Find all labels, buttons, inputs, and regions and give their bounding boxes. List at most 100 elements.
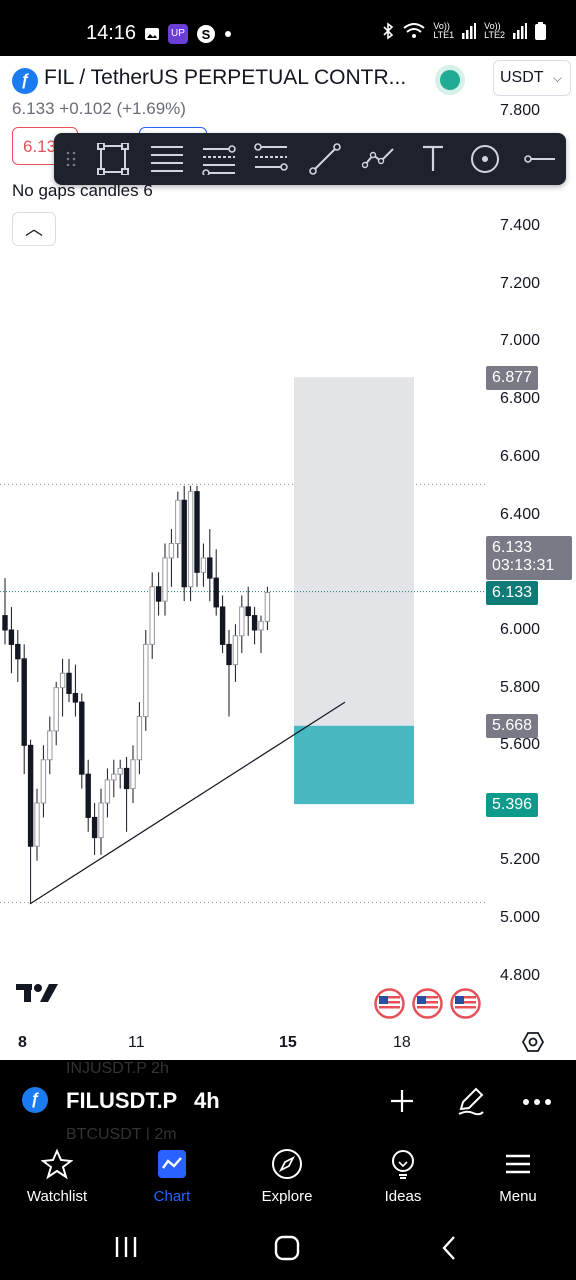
candle-down <box>245 606 251 617</box>
bottom-navigation: Watchlist Chart Explore Ideas Menu <box>0 1140 576 1212</box>
chevron-up-icon: ︿ <box>25 219 43 239</box>
us-flag-icon[interactable] <box>450 988 481 1019</box>
candle-up <box>232 635 239 666</box>
nav-label: Explore <box>261 1188 313 1205</box>
candle-down <box>85 773 91 818</box>
candle-down <box>21 658 27 746</box>
candle-up <box>168 543 175 559</box>
s-notification-icon: S <box>197 25 215 43</box>
symbol-name[interactable]: FILUSDT.P <box>66 1088 177 1114</box>
circle-dot-icon[interactable] <box>468 143 502 175</box>
price-tick: 6.400 <box>499 506 540 523</box>
candle-up <box>175 499 181 544</box>
horizontal-lines-icon[interactable] <box>150 143 184 175</box>
candle-up <box>34 802 40 847</box>
status-time: 14:16 <box>86 22 137 44</box>
chevron-down-icon: ⌵ <box>552 71 562 85</box>
text-icon[interactable] <box>416 143 450 175</box>
nav-menu[interactable]: Menu <box>468 1148 568 1205</box>
battery-icon <box>535 22 546 40</box>
currency-selector[interactable]: USDT ⌵ <box>493 60 571 96</box>
collapse-legend-button[interactable]: ︿ <box>12 212 56 246</box>
pitchfork-icon[interactable] <box>254 143 288 175</box>
compass-icon <box>272 1149 302 1179</box>
us-flag-icon[interactable] <box>374 988 405 1019</box>
candle-down <box>2 615 8 631</box>
lte2-label: Vo)) LTE2 <box>484 21 505 40</box>
nav-label: Menu <box>499 1188 537 1205</box>
wifi-icon <box>403 23 425 38</box>
candle-down <box>181 499 187 588</box>
interval-label[interactable]: 4h <box>194 1088 220 1114</box>
stop-price-tag: 5.396 <box>486 793 539 817</box>
candle-down <box>155 586 162 602</box>
price-tick: 5.200 <box>499 851 540 868</box>
symbol-title[interactable]: FIL / TetherUS PERPETUAL CONTR... <box>44 66 406 90</box>
candle-up <box>162 557 168 602</box>
stop-zone <box>294 725 414 805</box>
price-tick: 7.800 <box>499 102 540 119</box>
nav-chart[interactable]: Chart <box>122 1148 222 1205</box>
candle-down <box>79 701 85 775</box>
nav-watchlist[interactable]: Watchlist <box>7 1148 107 1205</box>
candle-up <box>258 620 264 631</box>
last-price: 6.133 <box>12 99 55 118</box>
candle-down <box>251 615 258 631</box>
candle-up <box>111 773 117 781</box>
back-icon[interactable] <box>440 1235 458 1261</box>
more-icon[interactable] <box>522 1098 552 1106</box>
price-change: +0.102 (+1.69%) <box>59 99 186 118</box>
economic-events[interactable] <box>374 988 481 1019</box>
tradingview-logo[interactable] <box>16 982 60 1004</box>
candle-up <box>53 687 59 732</box>
price-tick: 6.000 <box>499 621 540 638</box>
candle-down <box>27 744 34 847</box>
signal1-icon <box>462 23 477 39</box>
drag-handle-icon[interactable] <box>66 151 76 167</box>
path-icon[interactable] <box>362 143 396 175</box>
previous-symbol: INJUSDT.P 2h <box>66 1060 169 1077</box>
lightbulb-icon <box>392 1150 414 1179</box>
market-open-indicator <box>440 70 460 90</box>
rectangle-icon[interactable] <box>96 143 130 175</box>
price-tick: 7.000 <box>499 332 540 349</box>
trend-line-icon[interactable] <box>308 143 342 175</box>
recent-apps-icon[interactable] <box>114 1236 138 1258</box>
status-right-icons: Vo)) LTE1 Vo)) LTE2 <box>381 22 546 40</box>
time-tick: 11 <box>128 1034 145 1051</box>
candle-down <box>15 643 21 660</box>
star-icon <box>40 1148 74 1180</box>
entry-price-tag: 5.668 <box>486 714 539 738</box>
lte1-label: Vo)) LTE1 <box>433 21 455 40</box>
system-navigation <box>0 1212 576 1280</box>
nav-label: Chart <box>153 1188 191 1205</box>
home-icon[interactable] <box>274 1235 300 1261</box>
status-bar: 14:16 UP S Vo)) LTE1 Vo)) LTE2 <box>0 0 576 56</box>
candle-down <box>207 557 213 579</box>
current-price-value: 6.133 <box>492 539 533 556</box>
candle-up <box>264 592 271 622</box>
time-tick: 18 <box>393 1034 411 1051</box>
symbol-bar[interactable]: INJUSDT.P 2h ƒ FILUSDT.P 4h BTCUSDT | 2m <box>0 1060 576 1143</box>
plus-icon[interactable] <box>389 1088 415 1114</box>
fib-channel-icon[interactable] <box>202 143 236 175</box>
last-price-tag: 6.133 <box>486 581 539 605</box>
candle-up <box>143 643 149 718</box>
price-tick: 5.600 <box>499 736 540 753</box>
nav-explore[interactable]: Explore <box>237 1148 337 1205</box>
candle-down <box>72 692 79 703</box>
nav-label: Watchlist <box>26 1188 88 1205</box>
price-summary: 6.133 +0.102 (+1.69%) <box>12 99 186 119</box>
drawing-toolbar <box>54 133 566 185</box>
pencil-icon[interactable] <box>455 1085 487 1117</box>
menu-icon <box>506 1154 530 1174</box>
bar-countdown: 03:13:31 <box>492 557 555 574</box>
us-flag-icon[interactable] <box>412 988 443 1019</box>
nav-ideas[interactable]: Ideas <box>353 1148 453 1205</box>
horizontal-ray-icon[interactable] <box>522 143 556 175</box>
price-tick: 7.400 <box>499 217 540 234</box>
candle-down <box>219 606 226 645</box>
bluetooth-icon <box>383 22 394 40</box>
chart-settings-icon[interactable] <box>522 1031 544 1053</box>
sell-price: 6.13 <box>23 137 57 156</box>
